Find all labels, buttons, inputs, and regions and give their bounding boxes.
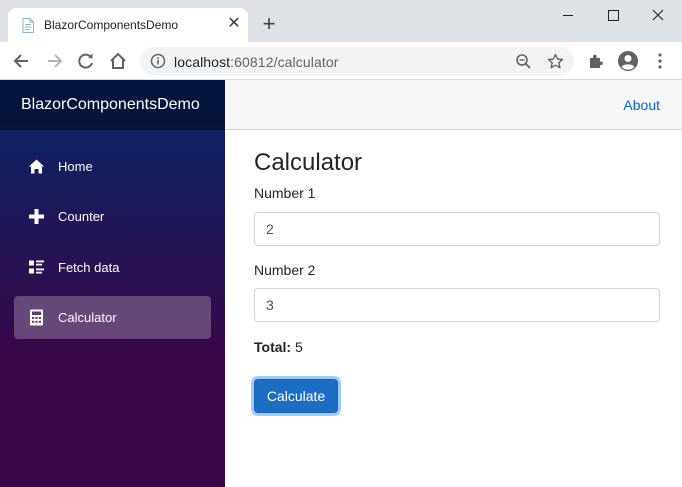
number1-label: Number 1	[254, 185, 316, 201]
nav-item-label: Calculator	[58, 310, 117, 325]
home-icon	[29, 159, 44, 174]
address-bar[interactable]: localhost:60812/calculator	[140, 47, 574, 76]
url-path: :60812/calculator	[230, 54, 339, 70]
nav-item-counter[interactable]: Counter	[14, 195, 211, 238]
number2-label: Number 2	[254, 262, 316, 278]
total-label: Total:	[254, 339, 292, 355]
list-rich-icon	[29, 260, 44, 274]
nav-item-label: Fetch data	[58, 260, 120, 275]
page-icon	[22, 18, 34, 33]
nav-item-calculator[interactable]: Calculator	[14, 296, 211, 339]
browser-toolbar: localhost:60812/calculator	[0, 42, 682, 80]
plus-icon	[29, 209, 44, 224]
calculator-icon	[30, 309, 43, 326]
home-page-icon[interactable]	[107, 50, 129, 72]
total-value: 5	[294, 339, 303, 355]
close-tab-icon[interactable]: ✕	[224, 14, 244, 34]
page-title: Calculator	[254, 149, 363, 176]
reload-icon[interactable]	[75, 50, 97, 72]
maximize-window-button[interactable]	[598, 4, 628, 26]
site-info-icon[interactable]	[150, 53, 166, 69]
profile-avatar-icon[interactable]	[617, 50, 639, 72]
tab-title: BlazorComponentsDemo	[44, 18, 179, 32]
number2-input[interactable]	[254, 288, 660, 322]
close-window-button[interactable]	[643, 4, 673, 26]
nav-item-fetch-data[interactable]: Fetch data	[14, 246, 211, 289]
minimize-window-button[interactable]	[553, 4, 583, 26]
nav-item-home[interactable]: Home	[14, 145, 211, 188]
url-text[interactable]: localhost:60812/calculator	[174, 54, 338, 70]
top-row: About	[225, 80, 682, 130]
app-brand[interactable]: BlazorComponentsDemo	[21, 96, 200, 114]
browser-tab[interactable]: BlazorComponentsDemo ✕	[8, 8, 248, 42]
new-tab-button[interactable]: +	[258, 13, 280, 35]
url-host: localhost	[174, 54, 231, 70]
nav-item-label: Counter	[58, 209, 105, 224]
browser-tab-strip: BlazorComponentsDemo ✕ +	[0, 0, 682, 42]
number1-input[interactable]	[254, 212, 660, 246]
brand-bar: BlazorComponentsDemo	[0, 80, 225, 130]
nav-item-label: Home	[58, 159, 93, 174]
extensions-icon[interactable]	[585, 50, 607, 72]
total-row: Total: 5	[254, 339, 303, 355]
calculate-button[interactable]: Calculate	[254, 379, 338, 413]
about-link[interactable]: About	[623, 97, 660, 113]
bookmark-star-icon[interactable]	[547, 53, 564, 70]
browser-menu-icon[interactable]	[649, 50, 671, 72]
back-arrow-icon[interactable]	[11, 50, 33, 72]
sidebar: BlazorComponentsDemo Home Counter Fetch …	[0, 80, 225, 487]
forward-arrow-icon[interactable]	[43, 50, 65, 72]
zoom-icon[interactable]	[515, 53, 532, 70]
